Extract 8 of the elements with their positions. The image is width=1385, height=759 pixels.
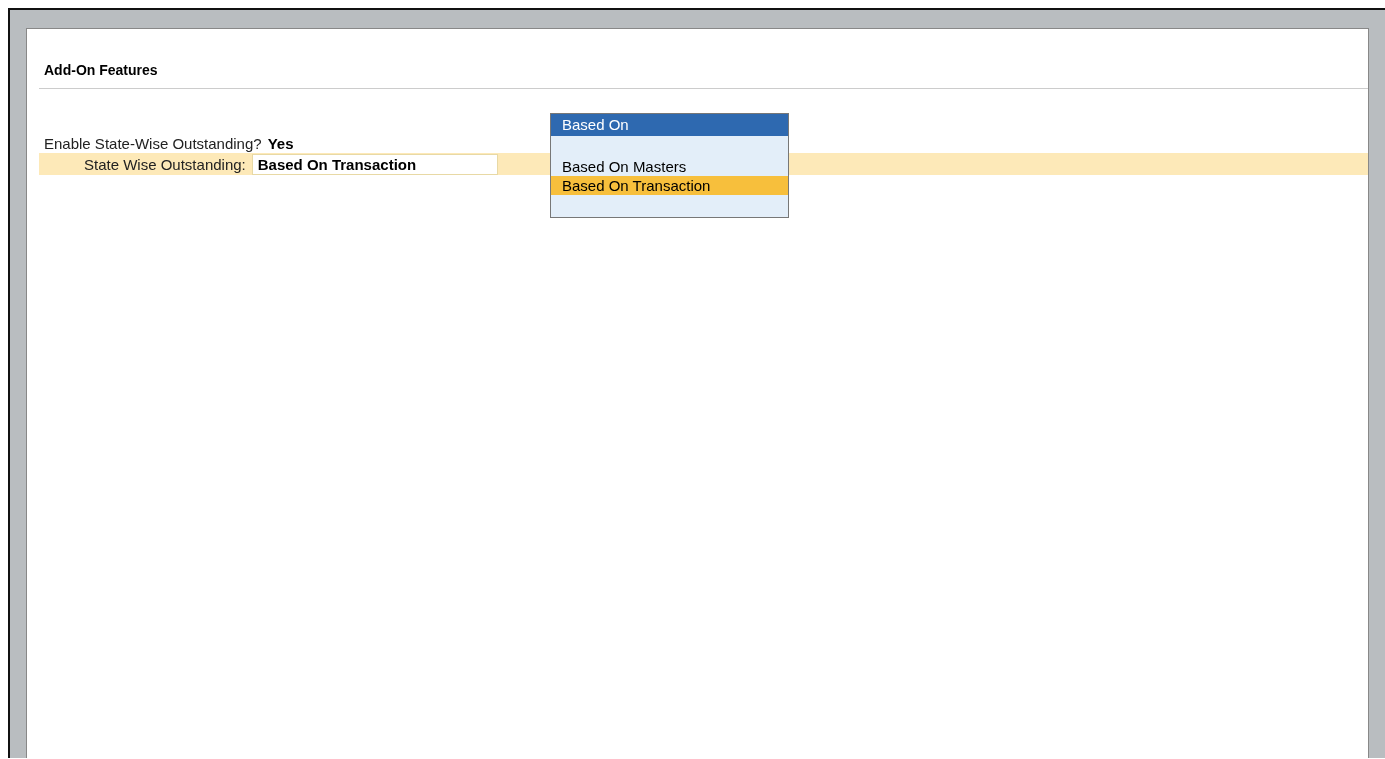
- list-option[interactable]: Based On Transaction: [551, 176, 788, 195]
- list-option[interactable]: Based On Masters: [551, 157, 788, 176]
- field-label: State Wise Outstanding:: [84, 155, 246, 173]
- field-value: Yes: [267, 134, 294, 152]
- section-title: Add-On Features: [43, 62, 159, 78]
- list-title: Based On: [551, 114, 788, 136]
- value-field[interactable]: Based On Transaction: [251, 153, 498, 175]
- field-label: Enable State-Wise Outstanding?: [44, 134, 262, 152]
